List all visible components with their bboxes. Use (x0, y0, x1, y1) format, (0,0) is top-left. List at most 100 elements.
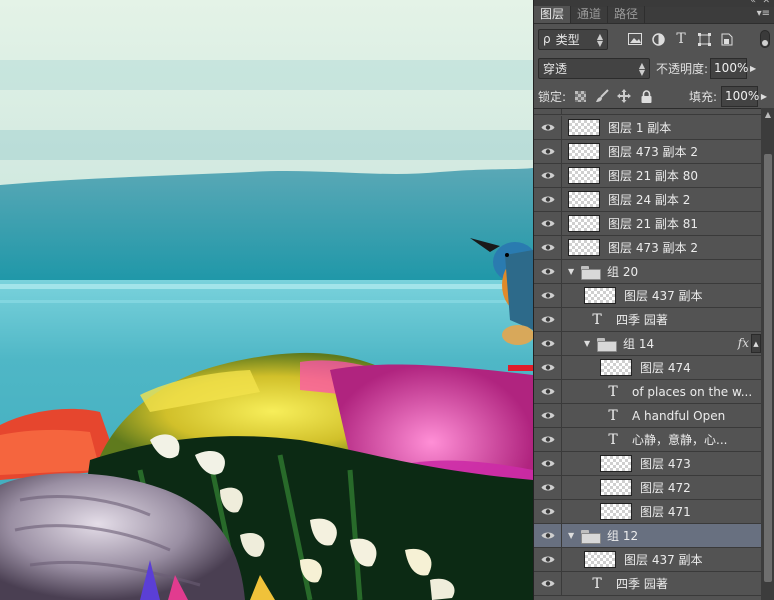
layer-row[interactable]: 图层 473 副本 2 (534, 140, 761, 164)
visibility-eye-icon[interactable] (534, 164, 562, 187)
group-expand-arrow-icon[interactable]: ▼ (568, 267, 578, 276)
visibility-eye-icon[interactable] (534, 332, 562, 355)
layer-row[interactable]: 图层 474 (534, 356, 761, 380)
layer-thumbnail[interactable] (568, 167, 600, 184)
layer-thumbnail[interactable] (584, 551, 616, 568)
visibility-eye-icon[interactable] (534, 428, 562, 451)
layer-effects-fx-icon[interactable]: fx (738, 336, 749, 350)
layer-name[interactable]: 图层 437 副本 (624, 551, 703, 568)
visibility-eye-icon[interactable] (534, 524, 562, 547)
layer-thumbnail[interactable] (584, 287, 616, 304)
visibility-eye-icon[interactable] (534, 236, 562, 259)
layer-name[interactable]: 图层 473 副本 2 (608, 239, 698, 256)
visibility-eye-icon[interactable] (534, 452, 562, 475)
layer-row[interactable]: 图层 473 (534, 452, 761, 476)
layer-row[interactable]: 图层 437 副本 (534, 284, 761, 308)
layer-name[interactable]: of places on the w... (632, 385, 752, 399)
layer-row[interactable]: T 心静，意静，心... (534, 428, 761, 452)
layer-thumbnail[interactable] (568, 191, 600, 208)
group-expand-arrow-icon[interactable]: ▼ (568, 531, 578, 540)
lock-transparency-icon[interactable] (572, 88, 588, 104)
layer-group-row[interactable]: ▼ 组 20 (534, 260, 761, 284)
visibility-eye-icon[interactable] (534, 356, 562, 379)
layer-row[interactable]: T 四季 园著 (534, 572, 761, 596)
lock-position-move-icon[interactable] (616, 88, 632, 104)
visibility-eye-icon[interactable] (534, 212, 562, 235)
layer-name[interactable]: 四季 园著 (616, 575, 668, 592)
group-expand-arrow-icon[interactable]: ▼ (584, 339, 594, 348)
layer-thumbnail[interactable] (568, 119, 600, 136)
filter-kind-dropdown[interactable]: ρ 类型 ▲ ▼ (538, 28, 608, 50)
panel-menu-icon[interactable]: ▾≡ (757, 8, 770, 19)
layer-row[interactable]: Tof places on the w... (534, 380, 761, 404)
layer-row[interactable]: 图层 437 副本 (534, 548, 761, 572)
layer-name[interactable]: 图层 473 (640, 455, 691, 472)
visibility-eye-icon[interactable] (534, 404, 562, 427)
visibility-eye-icon[interactable] (534, 548, 562, 571)
tab-layers[interactable]: 图层 (534, 6, 572, 23)
tab-paths[interactable]: 路径 (608, 6, 646, 23)
layer-name[interactable]: 四季 园著 (616, 311, 668, 328)
visibility-eye-icon[interactable] (534, 284, 562, 307)
fill-input[interactable]: 100% (721, 85, 759, 107)
lock-pixels-brush-icon[interactable] (594, 88, 610, 104)
layers-list[interactable]: 图层 1 副本图层 473 副本 2 图层 21 副本 80 图层 24 副本 2 图… (534, 108, 761, 600)
layers-scrollbar[interactable]: ▲ (761, 108, 774, 600)
layer-group-row[interactable]: ▼ 组 14 fx ▲ (534, 332, 761, 356)
collapse-panels-icon[interactable]: « (750, 0, 756, 6)
layer-thumbnail[interactable] (568, 215, 600, 232)
layer-name[interactable]: 图层 1 副本 (608, 119, 671, 136)
visibility-eye-icon[interactable] (534, 188, 562, 211)
filter-toggle-switch[interactable] (760, 30, 770, 48)
layer-row[interactable]: 图层 24 副本 2 (534, 188, 761, 212)
visibility-eye-icon[interactable] (534, 308, 562, 331)
scrollbar-thumb[interactable] (764, 154, 772, 582)
layer-name[interactable]: A handful Open (632, 409, 725, 423)
layer-row[interactable]: T 四季 园著 (534, 308, 761, 332)
layer-name[interactable]: 图层 21 副本 81 (608, 215, 698, 232)
lock-all-padlock-icon[interactable] (638, 88, 654, 104)
layer-thumbnail[interactable] (600, 503, 632, 520)
visibility-eye-icon[interactable] (534, 500, 562, 523)
visibility-eye-icon[interactable] (534, 109, 562, 114)
layer-row[interactable]: 图层 1 副本 (534, 116, 761, 140)
fill-slider-arrow-icon[interactable]: ▶ (758, 86, 770, 107)
layer-thumbnail[interactable] (568, 239, 600, 256)
layer-thumbnail[interactable] (568, 143, 600, 160)
shape-layer-filter-icon[interactable] (697, 32, 711, 46)
layer-row[interactable]: 图层 473 副本 2 (534, 236, 761, 260)
effects-toggle-arrow-icon[interactable]: ▲ (751, 334, 761, 353)
layer-name[interactable]: 图层 474 (640, 359, 691, 376)
visibility-eye-icon[interactable] (534, 260, 562, 283)
layer-thumbnail[interactable] (600, 359, 632, 376)
smart-object-filter-icon[interactable] (720, 32, 734, 46)
scroll-up-arrow-icon[interactable]: ▲ (763, 110, 773, 120)
visibility-eye-icon[interactable] (534, 572, 562, 595)
visibility-eye-icon[interactable] (534, 140, 562, 163)
adjustment-layer-filter-icon[interactable] (651, 32, 665, 46)
blend-mode-dropdown[interactable]: 穿透 ▲ ▼ (538, 57, 650, 79)
tab-channels[interactable]: 通道 (571, 6, 609, 23)
layer-name[interactable]: 图层 437 副本 (624, 287, 703, 304)
layer-thumbnail[interactable] (600, 455, 632, 472)
layer-name[interactable]: 图层 21 副本 80 (608, 167, 698, 184)
layer-row[interactable]: T A handful Open (534, 404, 761, 428)
layer-name[interactable]: 图层 473 副本 2 (608, 143, 698, 160)
document-canvas[interactable] (0, 0, 533, 600)
layer-group-row[interactable]: ▼ 组 12 (534, 524, 761, 548)
close-panel-icon[interactable]: ✕ (762, 0, 770, 6)
layer-row[interactable]: 图层 471 (534, 500, 761, 524)
layer-row[interactable]: 图层 472 (534, 476, 761, 500)
layer-row[interactable]: 图层 21 副本 81 (534, 212, 761, 236)
pixel-layer-filter-icon[interactable] (628, 32, 642, 46)
opacity-slider-arrow-icon[interactable]: ▶ (747, 58, 759, 79)
layer-name[interactable]: 图层 24 副本 2 (608, 191, 690, 208)
opacity-input[interactable]: 100% (710, 57, 748, 79)
visibility-eye-icon[interactable] (534, 380, 562, 403)
layer-row-partial[interactable] (534, 109, 761, 115)
layer-name[interactable]: 图层 472 (640, 479, 691, 496)
visibility-eye-icon[interactable] (534, 476, 562, 499)
layer-name[interactable]: 组 12 (607, 527, 638, 544)
layer-row[interactable]: 图层 21 副本 80 (534, 164, 761, 188)
layer-name[interactable]: 组 14 (623, 335, 654, 352)
